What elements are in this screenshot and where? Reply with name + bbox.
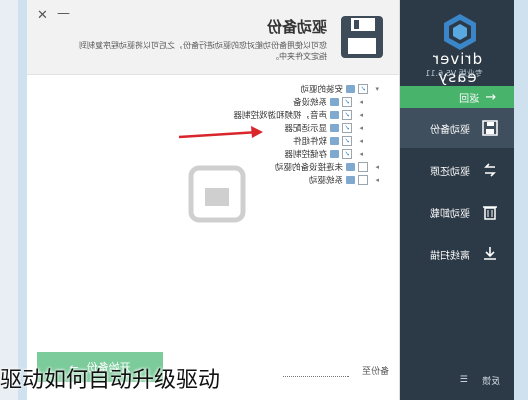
trash-icon	[483, 206, 497, 220]
nav-label: 驱动还原	[430, 166, 470, 178]
feedback-link[interactable]: 反馈	[482, 374, 500, 387]
backup-to-label: 备份至	[361, 367, 389, 377]
save-icon	[482, 120, 498, 136]
close-button[interactable]: ✕	[37, 8, 48, 23]
version-label: 专业版 V5.6.11	[425, 69, 483, 78]
back-label: 返回	[459, 93, 480, 105]
desktop-edge	[0, 0, 18, 400]
floppy-disk-icon	[341, 16, 383, 58]
panel-description: 您可以使用备份功能对您的驱动进行备份，之后可以将驱动程序复制到指定文件夹中。	[79, 41, 327, 61]
sidebar-footer: 反馈 ☰	[400, 360, 514, 400]
download-icon	[484, 247, 496, 260]
nav-label: 驱动备份	[430, 124, 470, 136]
backup-path-input[interactable]	[283, 376, 349, 377]
arrow-left-icon: ←	[485, 89, 496, 105]
nav-item-offline-scan[interactable]: 离线扫描	[400, 234, 514, 274]
panel-header: 驱动备份 您可以使用备份功能对您的驱动进行备份，之后可以将驱动程序复制到指定文件…	[27, 0, 399, 75]
minimize-button[interactable]: —	[57, 6, 70, 21]
driver-easy-logo-icon	[444, 14, 476, 50]
feedback-label: 反馈	[481, 376, 500, 387]
nav-item-uninstall[interactable]: 驱动卸载	[400, 192, 514, 232]
back-button[interactable]: ← 返回	[400, 86, 514, 108]
restore-icon	[484, 163, 496, 177]
caption-text: 驱动如何自动升级驱动	[0, 368, 221, 393]
nav-label: 驱动卸载	[430, 208, 470, 220]
sidebar: driver easy 专业版 V5.6.11 ← 返回 驱动备份 驱动还原 驱…	[400, 0, 514, 400]
mirrored-screenshot: driver easy 专业版 V5.6.11 ← 返回 驱动备份 驱动还原 驱…	[0, 0, 528, 400]
panel-title: 驱动备份	[266, 18, 327, 36]
menu-icon[interactable]: ☰	[460, 375, 468, 385]
nav-label: 离线扫描	[430, 250, 470, 262]
watermark-logo	[188, 165, 246, 223]
main-panel: 驱动备份 您可以使用备份功能对您的驱动进行备份，之后可以将驱动程序复制到指定文件…	[27, 0, 400, 400]
nav-item-backup[interactable]: 驱动备份	[400, 108, 514, 148]
nav-item-restore[interactable]: 驱动还原	[400, 150, 514, 190]
